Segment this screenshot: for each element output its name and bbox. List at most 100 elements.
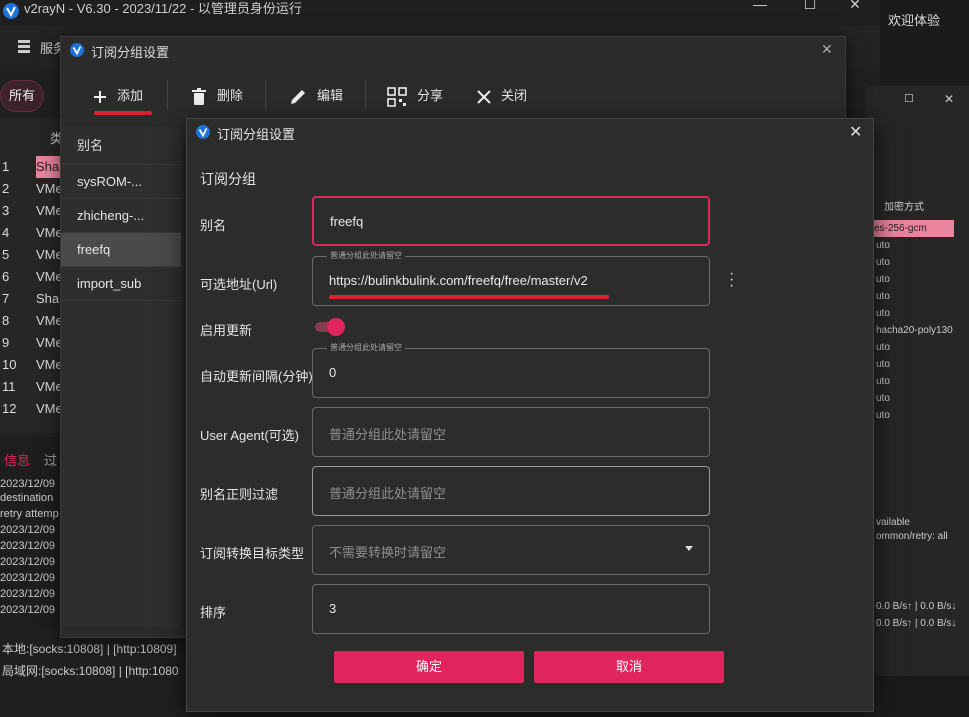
list-item[interactable]: zhicheng-... (61, 199, 181, 233)
log-line: 2023/12/09 (0, 524, 56, 536)
edit-button[interactable]: 编辑 (289, 78, 343, 114)
encryption-cell[interactable]: uto (876, 339, 890, 356)
toolbar-divider (167, 80, 168, 110)
url-label: 可选地址(Url) (200, 277, 278, 292)
chevron-down-icon[interactable] (685, 546, 693, 551)
dialog1-close-icon[interactable]: ✕ (821, 41, 833, 58)
log-line: destination (0, 492, 54, 504)
enable-update-label: 启用更新 (200, 323, 253, 338)
encryption-cell[interactable]: uto (876, 356, 890, 373)
regex-placeholder: 普通分组此处请留空 (329, 486, 447, 501)
log-line: retry attemp (0, 508, 59, 520)
side-speed-line: 0.0 B/s↑ | 0.0 B/s↓ (876, 601, 957, 612)
alias-value: freefq (330, 214, 364, 229)
close-icon[interactable]: ✕ (835, 0, 875, 13)
encryption-cell[interactable]: uto (876, 390, 890, 407)
add-annotation-underline (94, 111, 152, 115)
encryption-cell[interactable]: uto (876, 305, 890, 322)
log-line: 2023/12/09 (0, 556, 56, 568)
group-list: 别名 sysROM-... zhicheng-... freefq import… (61, 127, 181, 627)
share-button-label: 分享 (417, 88, 444, 103)
confirm-button[interactable]: 确定 (334, 651, 524, 683)
row-type[interactable]: VMe (36, 178, 62, 200)
interval-legend: 普通分组此处请留空 (327, 342, 405, 354)
minimize-icon[interactable]: — (740, 0, 780, 12)
log-tab-filter[interactable]: 过 (44, 450, 57, 469)
welcome-text: 欢迎体验 (888, 13, 941, 28)
row-type[interactable]: VMe (36, 376, 62, 398)
encryption-cell[interactable]: uto (876, 373, 890, 390)
log-tab-info[interactable]: 信息 (4, 450, 30, 469)
close-button[interactable]: 关闭 (477, 78, 527, 114)
side-maximize-icon[interactable]: ☐ (904, 92, 914, 105)
more-vert-icon[interactable]: · · · (729, 266, 734, 294)
server-menu-icon[interactable] (16, 38, 32, 57)
log-lines: 2023/12/09 destination retry attemp 2023… (0, 476, 62, 626)
encryption-cell[interactable]: uto (876, 237, 890, 254)
encryption-cell[interactable]: uto (876, 254, 890, 271)
delete-button[interactable]: 删除 (191, 78, 243, 114)
trash-icon (192, 87, 206, 105)
close-button-label: 关闭 (501, 88, 528, 103)
dialog1-logo-icon (69, 42, 85, 61)
url-legend: 普通分组此处请留空 (327, 250, 405, 262)
side-close-icon[interactable]: ✕ (944, 92, 954, 106)
url-field[interactable]: 普通分组此处请留空 https://bulinkbulink.com/freef… (312, 250, 710, 306)
dialog1-titlebar: 订阅分组设置 ✕ (61, 37, 845, 65)
row-number: 4 (2, 225, 10, 240)
user-agent-field[interactable]: 普通分组此处请留空 (312, 407, 710, 457)
row-number: 10 (2, 357, 17, 372)
regex-field[interactable]: 普通分组此处请留空 (312, 466, 710, 516)
list-item-selected[interactable]: freefq (61, 233, 181, 267)
list-item[interactable]: import_sub (61, 267, 181, 301)
server-rows: 1 Sha 2 VMe 3 VMe 4 VMe 5 VMe 6 VMe 7 Sha 8 VMe … (0, 156, 62, 420)
convert-type-select[interactable]: 不需要转换时请留空 (312, 525, 710, 575)
url-annotation-underline (329, 295, 609, 299)
row-type[interactable]: VMe (36, 222, 62, 244)
row-type[interactable]: Sha (36, 156, 62, 178)
encryption-cell[interactable]: es-256-gcm (874, 220, 954, 237)
row-type[interactable]: VMe (36, 332, 62, 354)
share-button[interactable]: 分享 (387, 78, 443, 114)
row-number: 8 (2, 313, 10, 328)
dialog2-close-icon[interactable]: ✕ (849, 122, 862, 142)
encryption-cell[interactable]: hacha20-poly130 (876, 322, 953, 339)
subscription-edit-dialog: 订阅分组设置 ✕ 订阅分组 别名 freefq 可选地址(Url) 普通分组此处… (186, 118, 874, 712)
close-x-icon (477, 89, 491, 104)
row-type[interactable]: Sha (36, 288, 62, 310)
list-header-alias: 别名 (61, 127, 181, 165)
row-type[interactable]: VMe (36, 244, 62, 266)
dialog2-logo-icon (195, 124, 211, 143)
encryption-cell[interactable]: uto (876, 271, 890, 288)
status-bar: 本地:[socks:10808] | [http:10809] 局域网:[soc… (0, 632, 190, 692)
row-type[interactable]: VMe (36, 354, 62, 376)
list-item[interactable]: sysROM-... (61, 165, 181, 199)
plus-icon (94, 90, 106, 103)
encryption-cell[interactable]: uto (876, 288, 890, 305)
convert-type-placeholder: 不需要转换时请留空 (329, 545, 447, 560)
qrcode-icon (387, 86, 407, 107)
section-title: 订阅分组 (200, 171, 256, 187)
row-type[interactable]: VMe (36, 310, 62, 332)
add-button[interactable]: 添加 (93, 78, 143, 114)
dialog2-titlebar: 订阅分组设置 ✕ (187, 119, 873, 147)
toggle-knob (327, 318, 345, 336)
alias-field[interactable]: freefq (312, 196, 710, 246)
status-lan: 局域网:[socks:10808] | [http:1080 (2, 664, 179, 678)
sort-value: 3 (329, 601, 337, 616)
log-line: 2023/12/09 (0, 572, 56, 584)
interval-field[interactable]: 普通分组此处请留空 0 (312, 342, 710, 398)
dialog1-title: 订阅分组设置 (91, 45, 170, 60)
maximize-icon[interactable]: ☐ (790, 0, 830, 13)
side-info-line: ommon/retry: all (876, 531, 948, 542)
encryption-cell[interactable]: uto (876, 407, 890, 424)
row-type[interactable]: VMe (36, 266, 62, 288)
sort-field[interactable]: 3 (312, 584, 710, 634)
row-type[interactable]: VMe (36, 398, 62, 420)
filter-all-button[interactable]: 所有 (0, 80, 45, 112)
main-window-title: v2rayN - V6.30 - 2023/11/22 - 以管理员身份运行 (24, 1, 302, 16)
user-agent-label: User Agent(可选) (200, 428, 299, 443)
row-type[interactable]: VMe (36, 200, 62, 222)
cancel-button[interactable]: 取消 (534, 651, 724, 683)
enable-update-toggle[interactable] (315, 318, 345, 336)
